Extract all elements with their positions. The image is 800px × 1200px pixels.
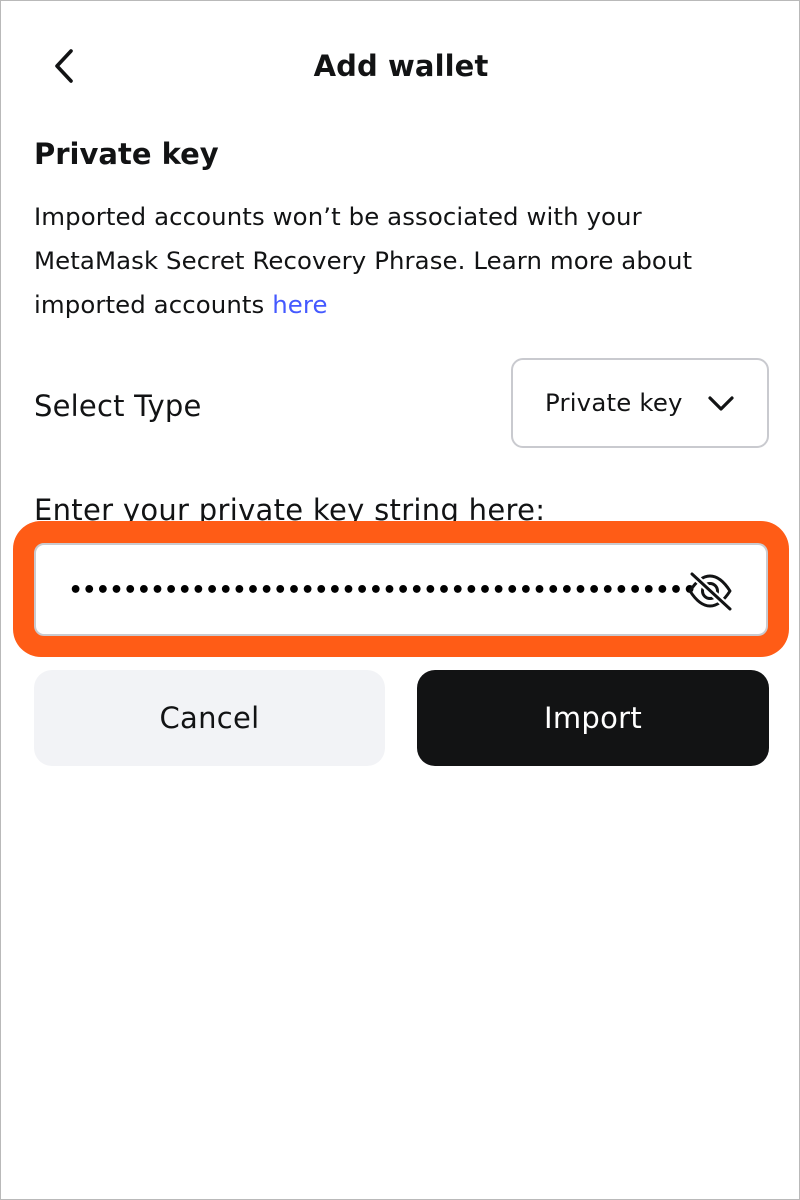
section-title: Private key bbox=[34, 137, 219, 171]
header: Add wallet bbox=[1, 29, 799, 103]
chevron-down-icon bbox=[708, 396, 734, 411]
type-select-dropdown[interactable]: Private key bbox=[511, 358, 769, 448]
learn-more-link[interactable]: here bbox=[272, 290, 327, 319]
private-key-masked-value: ••••••••••••••••••••••••••••••••••••••••… bbox=[69, 578, 699, 603]
select-type-label: Select Type bbox=[34, 389, 202, 423]
add-wallet-screen: Add wallet Private key Imported accounts… bbox=[0, 0, 800, 1200]
description-text: Imported accounts won’t be associated wi… bbox=[34, 202, 693, 319]
page-title: Add wallet bbox=[313, 49, 489, 83]
import-button[interactable]: Import bbox=[417, 670, 769, 766]
cancel-button[interactable]: Cancel bbox=[34, 670, 385, 766]
eye-slash-icon[interactable] bbox=[684, 569, 736, 613]
import-description: Imported accounts won’t be associated wi… bbox=[34, 195, 754, 327]
private-key-input[interactable]: ••••••••••••••••••••••••••••••••••••••••… bbox=[34, 543, 768, 636]
type-select-value: Private key bbox=[545, 388, 683, 417]
